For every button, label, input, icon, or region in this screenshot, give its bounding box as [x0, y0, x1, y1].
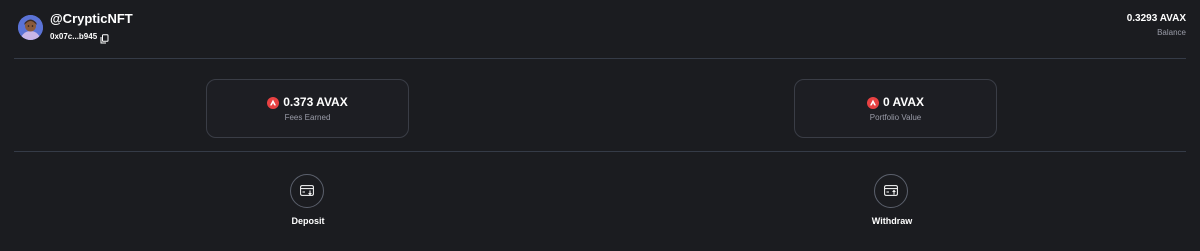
- divider: [14, 58, 1186, 59]
- wallet-address: 0x07c...b945: [50, 31, 98, 41]
- wallet-panel: @CrypticNFT 0x07c...b945 0.3293 AVAX Bal…: [0, 0, 1200, 251]
- fees-earned-card: 0.373 AVAX Fees Earned: [206, 79, 409, 138]
- card-value-row: 0.373 AVAX: [207, 95, 408, 109]
- withdraw-label[interactable]: Withdraw: [852, 216, 932, 226]
- avax-icon: [267, 96, 280, 109]
- portfolio-value-card: 0 AVAX Portfolio Value: [794, 79, 997, 138]
- address-row: 0x07c...b945: [50, 30, 109, 44]
- avatar[interactable]: [18, 15, 43, 40]
- card-value-row: 0 AVAX: [795, 95, 996, 109]
- withdraw-icon-circle[interactable]: [874, 174, 908, 208]
- copy-icon[interactable]: [100, 31, 109, 44]
- avax-icon: [866, 96, 879, 109]
- withdraw-button[interactable]: Withdraw: [852, 174, 932, 230]
- balance-value: 0.3293 AVAX: [1126, 13, 1186, 24]
- card-deposit-icon: [300, 185, 314, 196]
- deposit-button[interactable]: Deposit: [268, 174, 348, 230]
- username: @CrypticNFT: [50, 11, 133, 26]
- deposit-label[interactable]: Deposit: [268, 216, 348, 226]
- portfolio-value: 0 AVAX: [882, 95, 925, 109]
- fees-earned-value: 0.373 AVAX: [283, 95, 348, 109]
- portfolio-value-label: Portfolio Value: [869, 113, 922, 122]
- deposit-icon-circle[interactable]: [290, 174, 324, 208]
- card-withdraw-icon: [884, 185, 898, 196]
- balance-label: Balance: [1157, 28, 1186, 37]
- fees-earned-label: Fees Earned: [284, 113, 331, 122]
- divider: [14, 151, 1186, 152]
- user-avatar-icon: [18, 15, 43, 40]
